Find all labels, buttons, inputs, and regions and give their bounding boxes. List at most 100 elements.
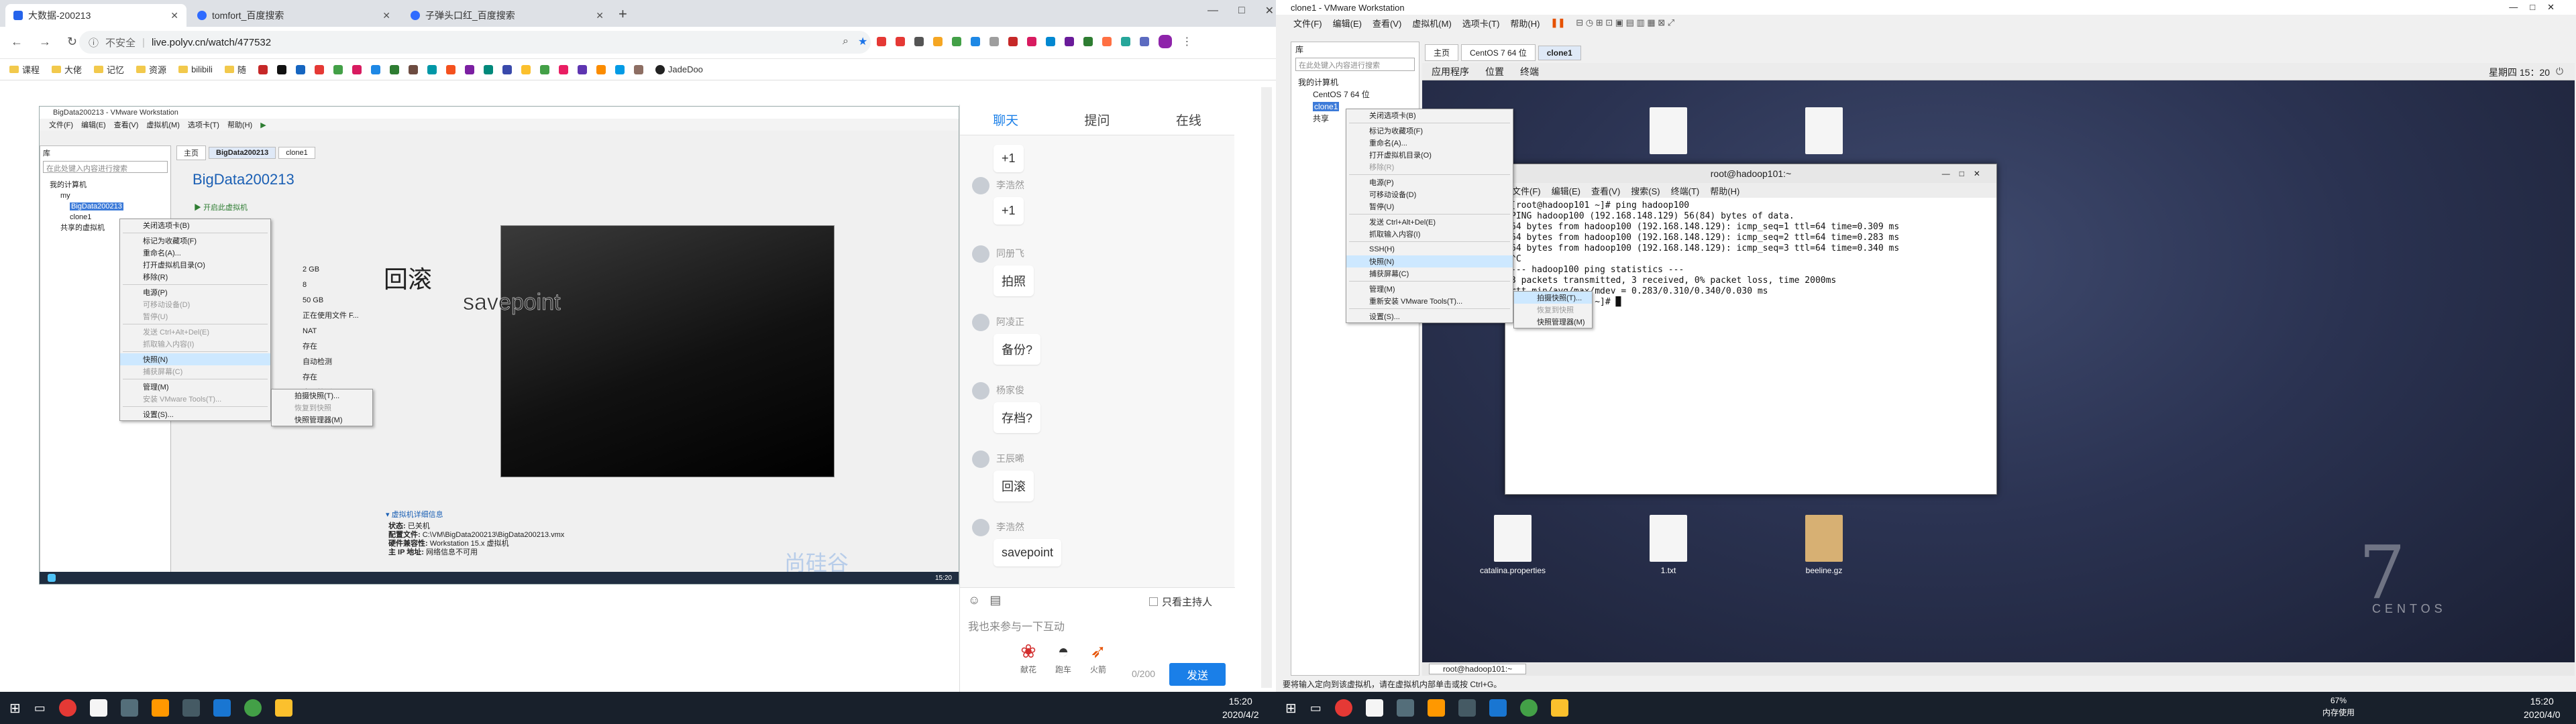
bookmark-icon[interactable] — [502, 64, 512, 74]
tab-online[interactable]: 在线 — [1143, 105, 1234, 135]
bookmark-icon[interactable] — [521, 64, 531, 74]
close-window-icon[interactable]: ✕ — [1265, 4, 1274, 17]
chrome-icon[interactable] — [58, 699, 76, 717]
extension-icon[interactable] — [1046, 37, 1056, 46]
extension-icon[interactable] — [933, 37, 943, 46]
menu-item[interactable]: 编辑(E) — [81, 119, 106, 130]
vmware-icon[interactable] — [182, 699, 200, 717]
bookmark-icon[interactable] — [352, 64, 362, 74]
menu-item[interactable]: 管理(M) — [120, 381, 270, 393]
extension-icon[interactable] — [1083, 37, 1093, 46]
menu-item[interactable]: 设置(S)... — [120, 408, 270, 420]
chat-input[interactable]: 我也来参与一下互动 — [968, 617, 1065, 634]
menu-item[interactable]: 抓取输入内容(I) — [120, 338, 270, 350]
start-icon[interactable] — [48, 574, 56, 582]
terminal-window[interactable]: root@hadoop101:~ —□✕ 文件(F) 编辑(E) 查看(V) 搜… — [1505, 164, 1997, 495]
notepad-icon[interactable] — [89, 699, 107, 717]
tree-item-selected[interactable]: clone1 — [1313, 102, 1340, 111]
play-icon[interactable]: ▶ — [260, 121, 266, 129]
bookmark-folder[interactable]: 随 — [224, 63, 246, 76]
bookmark-icon[interactable] — [577, 64, 587, 74]
emoji-icon[interactable]: ☺ — [968, 593, 980, 607]
tab-clone1[interactable]: clone1 — [1538, 45, 1581, 60]
menu-item[interactable]: 编辑(E) — [1552, 184, 1580, 197]
menu-item[interactable]: 重命名(A)... — [1346, 137, 1513, 149]
menu-item[interactable]: 暂停(U) — [120, 310, 270, 322]
bookmark-icon[interactable] — [276, 64, 286, 74]
gift-car[interactable]: ◓ 跑车 — [1055, 641, 1071, 675]
menu-item[interactable]: 文件(F) — [49, 119, 73, 130]
tree-item-selected[interactable]: BigData200213 — [70, 202, 123, 210]
search-icon[interactable]: ⌕ — [843, 36, 849, 48]
menu-item[interactable]: 关闭选项卡(B) — [120, 219, 270, 231]
image-icon[interactable]: ▤ — [989, 593, 1001, 607]
menu-item[interactable]: 帮助(H) — [227, 119, 252, 130]
menu-item[interactable]: 选项卡(T) — [188, 119, 219, 130]
menu-item[interactable]: 打开虚拟机目录(O) — [1346, 149, 1513, 161]
bookmark-icon[interactable] — [427, 64, 437, 74]
tab-centos[interactable]: CentOS 7 64 位 — [1461, 44, 1536, 61]
reload-icon[interactable]: ↻ — [67, 35, 77, 49]
windows-start-icon[interactable]: ⊞ — [9, 700, 21, 717]
menu-item[interactable]: 恢复到快照 — [272, 402, 372, 414]
menu-item[interactable]: 暂停(U) — [1346, 200, 1513, 213]
menu-item[interactable]: 可移动设备(D) — [1346, 188, 1513, 200]
library-search-input[interactable]: 在此处键入内容进行搜索 — [43, 161, 168, 173]
menu-item[interactable]: 发送 Ctrl+Alt+Del(E) — [1346, 216, 1513, 228]
menu-item[interactable]: 管理(M) — [1346, 283, 1513, 295]
monitor-icon[interactable] — [1489, 699, 1507, 717]
menu-item[interactable]: 标记为收藏项(F) — [120, 235, 270, 247]
close-icon[interactable]: ✕ — [596, 10, 604, 21]
menu-item[interactable]: 移除(R) — [120, 271, 270, 283]
menu-item[interactable]: 可移动设备(D) — [120, 298, 270, 310]
extension-icon[interactable] — [1065, 37, 1075, 46]
menu-item[interactable]: 抓取输入内容(I) — [1346, 228, 1513, 240]
windows-start-icon[interactable]: ⊞ — [1285, 700, 1297, 717]
menu-item[interactable]: 捕获屏幕(C) — [1346, 267, 1513, 280]
vmware-icon[interactable] — [1458, 699, 1476, 717]
bookmark-icon[interactable] — [370, 64, 380, 74]
terminal-icon[interactable] — [1396, 699, 1414, 717]
window-controls[interactable]: —□✕ — [2509, 2, 2567, 13]
menu-item[interactable]: 电源(P) — [1346, 176, 1513, 188]
clock[interactable]: 15:20 2020/4/0 — [2524, 695, 2561, 721]
menu-item[interactable]: SSH(H) — [1346, 243, 1513, 255]
menu-item[interactable]: 帮助(H) — [1710, 184, 1739, 197]
extension-icon[interactable] — [1121, 37, 1131, 46]
bookmark-icon[interactable] — [314, 64, 324, 74]
tab-home[interactable]: 主页 — [176, 145, 206, 160]
menu-item-snapshot[interactable]: 快照(N) — [1346, 255, 1513, 267]
extension-icon[interactable] — [1140, 37, 1150, 46]
menu-item[interactable]: 虚拟机(M) — [1412, 17, 1452, 29]
bookmark-folder[interactable]: 资源 — [136, 63, 166, 76]
new-tab-button[interactable]: + — [619, 5, 627, 23]
wechat-icon[interactable] — [1519, 699, 1538, 717]
menu-item[interactable]: 重新安装 VMware Tools(T)... — [1346, 295, 1513, 307]
extension-icon[interactable] — [989, 37, 1000, 46]
menu-item[interactable]: 打开虚拟机目录(O) — [120, 259, 270, 271]
tree-item[interactable]: 我的计算机 — [50, 180, 170, 190]
checkbox-icon[interactable] — [1149, 597, 1158, 606]
tree-item[interactable]: my — [50, 190, 170, 201]
gift-flower[interactable]: ❀ 献花 — [1020, 640, 1036, 675]
gift-rocket[interactable]: ➶ 火箭 — [1090, 640, 1106, 675]
bookmark-icon[interactable] — [408, 64, 418, 74]
tab-chat[interactable]: 聊天 — [960, 105, 1051, 135]
extension-icon[interactable] — [1008, 37, 1018, 46]
extension-icon[interactable] — [1027, 37, 1037, 46]
bookmark-icon[interactable] — [333, 64, 343, 74]
bookmark-icon[interactable] — [633, 64, 643, 74]
extension-icon[interactable] — [877, 37, 887, 46]
bookmark-github[interactable]: JadeDoo — [655, 64, 703, 74]
avatar[interactable] — [1159, 35, 1173, 48]
bookmark-icon[interactable] — [389, 64, 399, 74]
menu-item[interactable]: 移除(R) — [1346, 161, 1513, 173]
task-view-icon[interactable]: ▭ — [34, 701, 46, 715]
menu-item[interactable]: 查看(V) — [114, 119, 139, 130]
explorer-icon[interactable] — [1550, 699, 1568, 717]
forward-icon[interactable]: → — [39, 35, 51, 49]
menu-icon[interactable]: ⋮ — [1181, 35, 1192, 48]
explorer-icon[interactable] — [274, 699, 292, 717]
menu-item[interactable]: 文件(F) — [1512, 184, 1541, 197]
chrome-icon[interactable] — [1334, 699, 1352, 717]
